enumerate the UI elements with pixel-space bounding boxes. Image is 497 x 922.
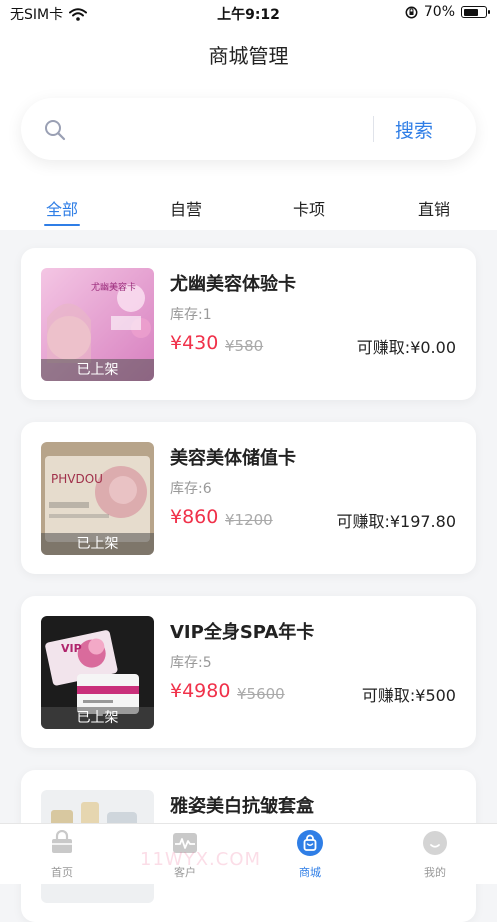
- battery-percent: 70%: [423, 4, 455, 20]
- category-tabs: 全部 自营 卡项 直销: [0, 176, 497, 230]
- battery-level: [463, 8, 478, 16]
- search-button[interactable]: 搜索: [395, 116, 433, 143]
- search-area: 搜索: [0, 86, 497, 176]
- tab-cards[interactable]: 卡项: [293, 196, 325, 220]
- product-name: 美容美体储值卡: [170, 448, 296, 469]
- face-icon: [423, 831, 447, 855]
- product-name: VIP全身SPA年卡: [170, 622, 315, 643]
- product-original-price: ¥5600: [237, 685, 285, 703]
- product-price: ¥430: [170, 332, 219, 354]
- tab-direct-sales[interactable]: 直销: [418, 196, 450, 220]
- tabbar-item-mall[interactable]: 商城: [270, 830, 350, 880]
- active-tab-indicator: [44, 224, 80, 226]
- product-stock: 库存:5: [170, 655, 212, 671]
- product-original-price: ¥1200: [225, 511, 273, 529]
- product-thumbnail: PHVDOU 已上架: [41, 442, 154, 555]
- product-card[interactable]: 尤幽美容卡 已上架 尤幽美容体验卡 库存:1 ¥430 ¥580 可赚取:¥0.…: [21, 248, 476, 400]
- shelf-status-label: 已上架: [41, 707, 154, 729]
- product-card[interactable]: PHVDOU 已上架 美容美体储值卡 库存:6 ¥860 ¥1200 可赚取:¥…: [21, 422, 476, 574]
- search-icon: [45, 120, 66, 141]
- tabbar-label: 首页: [51, 866, 73, 879]
- status-right: 70%: [405, 4, 490, 20]
- thumbnail-text: VIP: [61, 642, 82, 655]
- tab-all[interactable]: 全部: [46, 196, 78, 220]
- product-earnings: 可赚取:¥500: [361, 686, 456, 705]
- shopping-bag-icon: [297, 830, 323, 856]
- tabbar-label: 我的: [424, 866, 446, 879]
- status-bar: 无SIM卡 上午9:12 70%: [0, 0, 497, 26]
- product-original-price: ¥580: [225, 337, 264, 355]
- tabbar-item-home[interactable]: 首页: [22, 829, 102, 880]
- thumbnail-text: PHVDOU: [51, 472, 103, 486]
- product-name: 雅姿美白抗皱套盒: [170, 796, 314, 817]
- search-box: 搜索: [21, 98, 476, 160]
- product-thumbnail: 尤幽美容卡 已上架: [41, 268, 154, 381]
- battery-icon: [461, 6, 490, 18]
- thumbnail-text: 尤幽美容卡: [91, 283, 137, 293]
- product-thumbnail: VIP 已上架: [41, 616, 154, 729]
- search-divider: [373, 116, 374, 142]
- product-price: ¥860: [170, 506, 219, 528]
- product-stock: 库存:6: [170, 481, 212, 497]
- product-card[interactable]: VIP 已上架 VIP全身SPA年卡 库存:5 ¥4980 ¥5600 可赚取:…: [21, 596, 476, 748]
- tabbar-label: 商城: [299, 866, 321, 879]
- product-earnings: 可赚取:¥197.80: [336, 512, 456, 531]
- watermark: 11WYX.COM: [140, 849, 262, 870]
- tabbar-item-profile[interactable]: 我的: [395, 830, 475, 880]
- search-input[interactable]: [81, 114, 375, 146]
- store-icon: [52, 829, 72, 853]
- bottom-tab-bar: 首页 客户 商城 我的 11WYX.COM: [0, 823, 497, 884]
- page-title: 商城管理: [208, 44, 289, 68]
- nav-bar: 商城管理: [0, 26, 497, 86]
- tab-self-operated[interactable]: 自营: [170, 196, 202, 220]
- product-earnings: 可赚取:¥0.00: [356, 338, 456, 357]
- orientation-lock-icon: [405, 6, 418, 18]
- product-stock: 库存:1: [170, 307, 212, 323]
- shelf-status-label: 已上架: [41, 533, 154, 555]
- product-name: 尤幽美容体验卡: [170, 274, 296, 295]
- product-price: ¥4980: [170, 680, 231, 702]
- shelf-status-label: 已上架: [41, 359, 154, 381]
